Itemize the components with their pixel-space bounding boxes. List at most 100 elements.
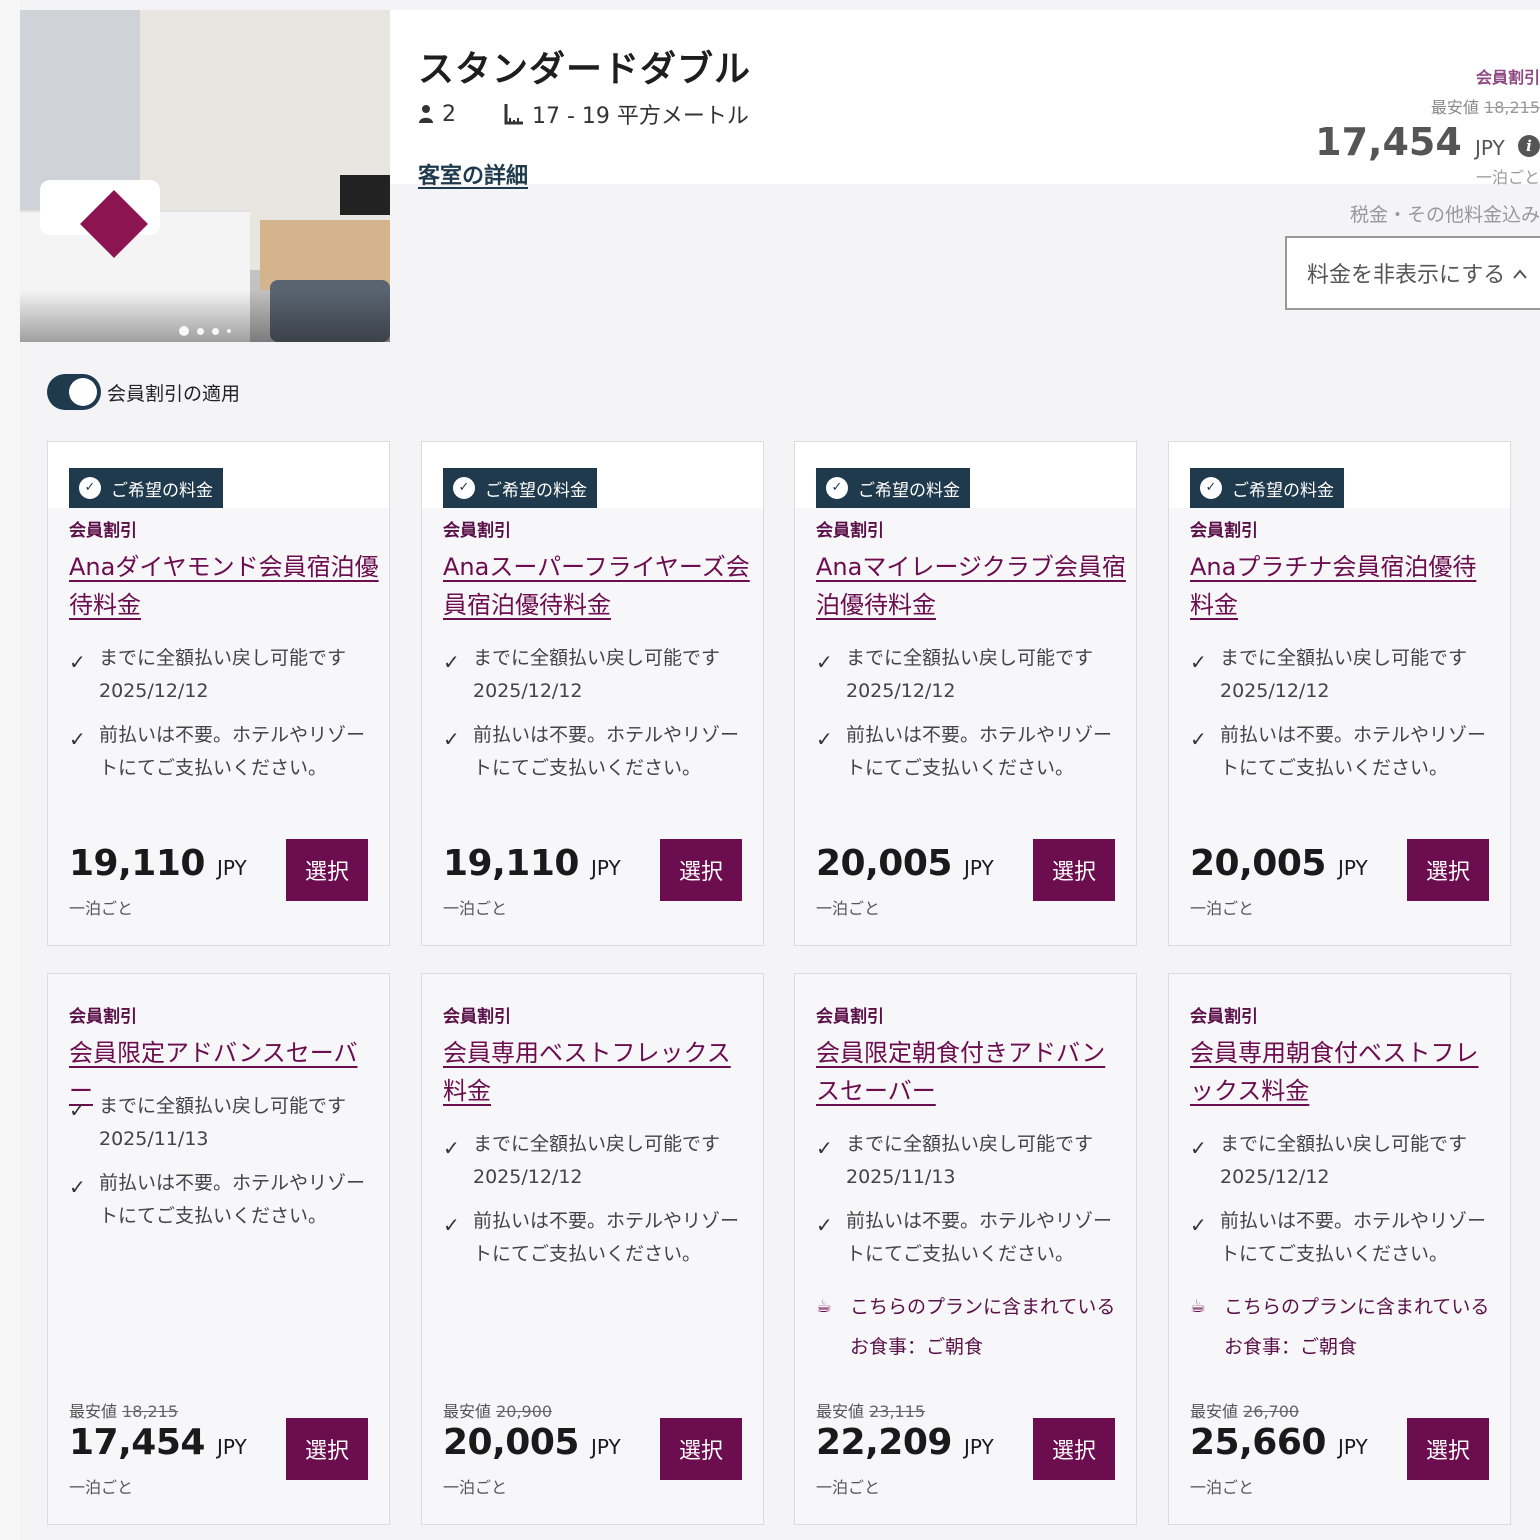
select-rate-button[interactable]: 選択	[286, 1418, 368, 1480]
per-night-label: 一泊ごと	[816, 1478, 881, 1497]
pay-at-hotel-feature: ✓ 前払いは不要。ホテルやリゾートにてご支払いください。	[443, 1205, 743, 1271]
member-discount-tag: 会員割引	[816, 1007, 884, 1027]
member-discount-tag: 会員割引	[69, 1007, 137, 1027]
room-size-icon	[504, 103, 524, 125]
checkmark-icon: ✓	[816, 650, 833, 674]
select-rate-button[interactable]: 選択	[1033, 839, 1115, 901]
rate-name-link[interactable]: Anaマイレージクラブ会員宿泊優待料金	[816, 548, 1126, 624]
room-meta: 2 17 - 19 平方メートル	[418, 98, 749, 130]
per-night-label: 一泊ごと	[69, 899, 134, 918]
pay-at-hotel-feature: ✓ 前払いは不要。ホテルやリゾートにてご支払いください。	[1190, 719, 1490, 785]
rate-price: 20,005 JPY	[1190, 843, 1368, 884]
carousel-dot[interactable]	[197, 327, 204, 335]
select-rate-button[interactable]: 選択	[660, 839, 742, 901]
select-rate-button[interactable]: 選択	[1033, 1418, 1115, 1480]
per-night-label: 一泊ごと	[1475, 168, 1540, 187]
checkmark-icon: ✓	[1190, 1136, 1207, 1160]
refund-feature: ✓ までに全額払い戻し可能です 2025/12/12	[1190, 1128, 1490, 1194]
carousel-dots	[20, 324, 390, 338]
check-circle-icon: ✓	[453, 477, 475, 499]
checkmark-icon: ✓	[69, 727, 86, 751]
refund-feature: ✓ までに全額払い戻し可能です 2025/11/13	[816, 1128, 1116, 1194]
carousel-dot[interactable]	[212, 327, 219, 335]
room-title: スタンダードダブル	[418, 49, 752, 90]
select-rate-button[interactable]: 選択	[286, 839, 368, 901]
checkmark-icon: ✓	[816, 1136, 833, 1160]
member-discount-toggle[interactable]	[47, 374, 101, 410]
select-rate-button[interactable]: 選択	[1407, 1418, 1489, 1480]
check-circle-icon: ✓	[79, 477, 101, 499]
refund-feature: ✓ までに全額払い戻し可能です 2025/12/12	[443, 642, 743, 708]
rate-card: 会員割引会員専用ベストフレックス料金 ✓ までに全額払い戻し可能です 2025/12/…	[421, 973, 764, 1525]
rate-price: 22,209 JPY	[816, 1422, 994, 1463]
rate-price: 19,110 JPY	[443, 843, 621, 884]
checkmark-icon: ✓	[816, 727, 833, 751]
checkmark-icon: ✓	[1190, 727, 1207, 751]
refund-feature: ✓ までに全額払い戻し可能です 2025/12/12	[1190, 642, 1490, 708]
refund-feature: ✓ までに全額払い戻し可能です 2025/12/12	[816, 642, 1116, 708]
rate-name-link[interactable]: Anaプラチナ会員宿泊優待料金	[1190, 548, 1500, 624]
per-night-label: 一泊ごと	[1190, 899, 1255, 918]
preferred-rate-badge: ✓ ご希望の料金	[69, 468, 223, 508]
member-discount-tag: 会員割引	[443, 1007, 511, 1027]
refund-feature: ✓ までに全額払い戻し可能です 2025/12/12	[69, 642, 369, 708]
breakfast-included: ☕ こちらのプランに含まれているお食事：ご朝食	[816, 1287, 1116, 1367]
checkmark-icon: ✓	[1190, 650, 1207, 674]
per-night-label: 一泊ごと	[1190, 1478, 1255, 1497]
coffee-cup-icon: ☕	[1190, 1296, 1207, 1317]
room-photo-carousel[interactable]	[20, 10, 390, 342]
per-night-label: 一泊ごと	[443, 1478, 508, 1497]
checkmark-icon: ✓	[443, 650, 460, 674]
carousel-dot[interactable]	[227, 329, 231, 333]
check-circle-icon: ✓	[826, 477, 848, 499]
select-rate-button[interactable]: 選択	[660, 1418, 742, 1480]
rate-name-link[interactable]: 会員専用朝食付ベストフレックス料金	[1190, 1034, 1500, 1110]
rate-card: 会員割引 会員限定アドバンスセーバー ✓ までに全額払い戻し可能です 2025/11/1…	[47, 973, 390, 1525]
member-discount-tag: 会員割引	[443, 521, 511, 541]
pay-at-hotel-feature: ✓ 前払いは不要。ホテルやリゾートにてご支払いください。	[816, 719, 1116, 785]
room-top-price: 会員割引 最安値 18,215 17,454 JPY i 一泊ごと 税金・その他…	[1240, 64, 1540, 227]
carousel-dot[interactable]	[179, 326, 189, 336]
chevron-up-icon	[1513, 263, 1527, 284]
lowest-price: 最安値 20,900	[443, 1402, 553, 1421]
room-guests: 2	[442, 101, 456, 127]
info-icon[interactable]: i	[1518, 135, 1540, 157]
rate-card: 会員割引会員限定朝食付きアドバンスセーバー ✓ までに全額払い戻し可能です 2025/…	[794, 973, 1137, 1525]
rate-name-link[interactable]: Anaダイヤモンド会員宿泊優待料金	[69, 548, 379, 624]
rate-card: ✓ ご希望の料金 会員割引 Anaマイレージクラブ会員宿泊優待料金 ✓ までに全額払い戻し…	[794, 441, 1137, 946]
per-night-label: 一泊ごと	[816, 899, 881, 918]
room-details-link[interactable]: 客室の詳細	[418, 158, 528, 190]
pay-at-hotel-feature: ✓ 前払いは不要。ホテルやリゾートにてご支払いください。	[443, 719, 743, 785]
rate-card: 会員割引会員専用朝食付ベストフレックス料金 ✓ までに全額払い戻し可能です 2025/…	[1168, 973, 1511, 1525]
preferred-rate-badge: ✓ ご希望の料金	[443, 468, 597, 508]
room-price: 17,454 JPY i	[1240, 120, 1540, 164]
checkmark-icon: ✓	[816, 1213, 833, 1237]
member-discount-tag: 会員割引	[1190, 1007, 1258, 1027]
refund-feature: ✓ までに全額払い戻し可能です 2025/11/13	[69, 1090, 369, 1156]
person-icon	[418, 104, 434, 124]
check-circle-icon: ✓	[1200, 477, 1222, 499]
breakfast-included: ☕ こちらのプランに含まれているお食事：ご朝食	[1190, 1287, 1490, 1367]
refund-feature: ✓ までに全額払い戻し可能です 2025/12/12	[443, 1128, 743, 1194]
lowest-price: 最安値 18,215	[1430, 98, 1540, 117]
member-discount-tag: 会員割引	[816, 521, 884, 541]
rate-price: 19,110 JPY	[69, 843, 247, 884]
select-rate-button[interactable]: 選択	[1407, 839, 1489, 901]
per-night-label: 一泊ごと	[69, 1478, 134, 1497]
member-discount-tag: 会員割引	[1190, 521, 1258, 541]
rate-name-link[interactable]: 会員専用ベストフレックス料金	[443, 1034, 753, 1110]
checkmark-icon: ✓	[69, 1098, 86, 1122]
rate-price: 17,454 JPY	[69, 1422, 247, 1463]
tax-note: 税金・その他料金込み	[1349, 204, 1540, 226]
rate-name-link[interactable]: 会員限定朝食付きアドバンスセーバー	[816, 1034, 1126, 1110]
hide-rates-button[interactable]: 料金を非表示にする	[1285, 236, 1540, 310]
checkmark-icon: ✓	[443, 727, 460, 751]
pay-at-hotel-feature: ✓ 前払いは不要。ホテルやリゾートにてご支払いください。	[816, 1205, 1116, 1271]
rate-card: ✓ ご希望の料金会員割引 Anaスーパーフライヤーズ会員宿泊優待料金 ✓ までに全額払い…	[421, 441, 764, 946]
checkmark-icon: ✓	[69, 1175, 86, 1199]
lowest-price: 最安値 23,115	[816, 1402, 926, 1421]
checkmark-icon: ✓	[443, 1213, 460, 1237]
rate-name-link[interactable]: Anaスーパーフライヤーズ会員宿泊優待料金	[443, 548, 753, 624]
lowest-price: 最安値 26,700	[1190, 1402, 1300, 1421]
member-discount-toggle-row: 会員割引の適用	[47, 374, 240, 410]
